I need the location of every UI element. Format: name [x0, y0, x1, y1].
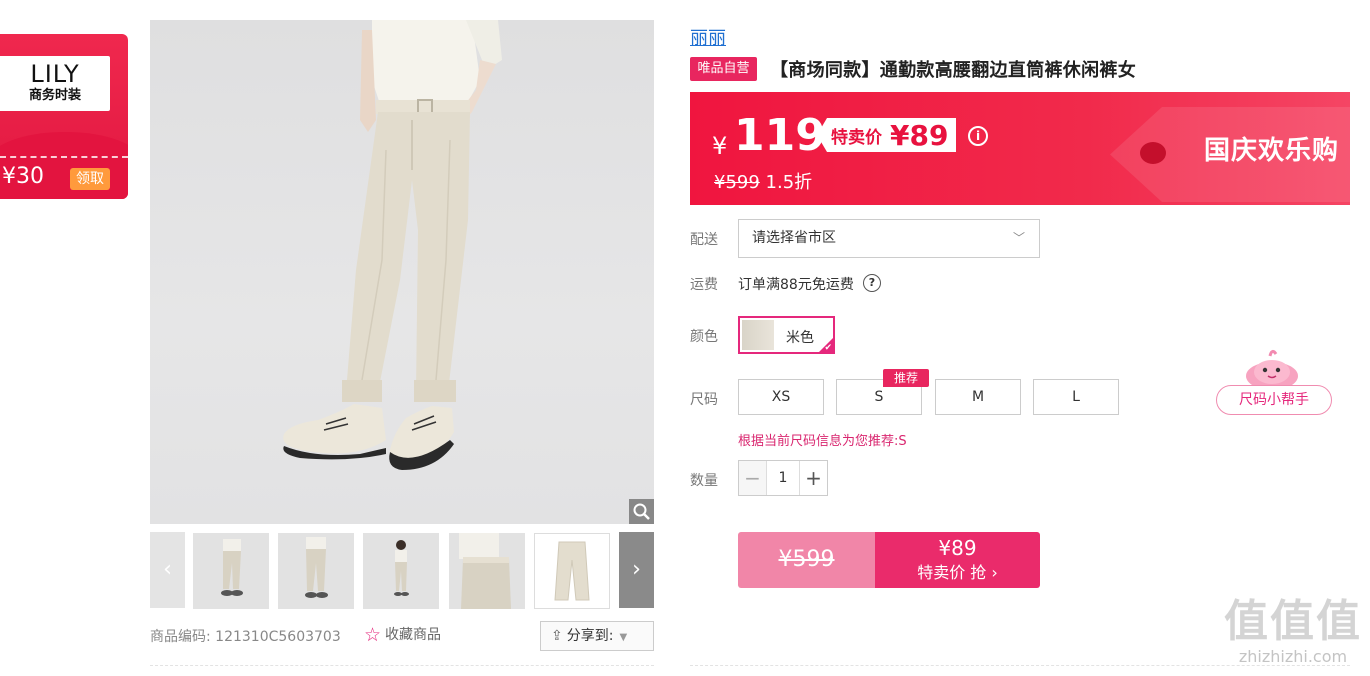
divider — [150, 665, 654, 666]
pants-photo — [283, 20, 502, 470]
size-recommendation-hint: 根据当前尺码信息为您推荐:S — [738, 434, 907, 449]
original-price: ¥599 — [714, 172, 760, 193]
freight-text: 订单满88元免运费 — [738, 277, 854, 293]
special-price-value: ¥89 — [890, 118, 949, 152]
coupon-amount: ¥30 — [2, 164, 44, 189]
special-price-tag: 特卖价 ¥89 — [817, 118, 957, 152]
self-operated-badge: 唯品自营 — [690, 57, 757, 81]
share-icon: ⇪ — [551, 628, 563, 644]
thumbnail-4[interactable] — [449, 533, 525, 609]
buy-now-button[interactable]: ¥89 特卖价 抢 › — [875, 532, 1040, 588]
thumbnail-image — [394, 540, 409, 596]
thumbnail-prev-button[interactable]: ‹ — [150, 532, 185, 608]
main-product-image[interactable] — [150, 20, 654, 524]
favorite-button[interactable]: ☆ 收藏商品 — [364, 624, 441, 646]
quantity-value[interactable]: 1 — [766, 461, 800, 495]
thumbnail-1[interactable] — [193, 533, 269, 609]
sku-line: 商品编码: 121310C5603703 — [150, 626, 341, 646]
favorite-label: 收藏商品 — [385, 627, 442, 643]
sku-label: 商品编码: — [150, 629, 211, 645]
brand-logo: LILY 商务时装 — [0, 56, 110, 111]
watermark: 值值值 zhizhizhi.com — [1218, 596, 1368, 671]
buy-price: ¥89 — [938, 536, 977, 560]
store-coupon[interactable]: LILY 商务时装 ¥30 领取 — [0, 34, 128, 199]
delivery-label: 配送 — [690, 232, 718, 248]
color-label: 颜色 — [690, 329, 718, 345]
quantity-label: 数量 — [690, 473, 718, 489]
zoom-button[interactable] — [629, 499, 654, 524]
sku-value: 121310C5603703 — [215, 629, 341, 645]
thumbnail-3[interactable] — [363, 533, 439, 609]
thumbnail-image — [459, 533, 511, 609]
thumbnail-5[interactable] — [534, 533, 610, 609]
color-option-beige[interactable]: 米色 ✔ — [738, 316, 835, 354]
share-label: 分享到: — [566, 628, 614, 644]
brand-link[interactable]: 丽丽 — [690, 24, 726, 50]
watermark-url: zhizhizhi.com — [1238, 647, 1348, 666]
info-icon[interactable]: i — [968, 126, 988, 146]
original-price-line: ¥599 1.5折 — [714, 168, 812, 194]
promo-title: 国庆欢乐购 — [1204, 136, 1340, 166]
thumbnail-next-button[interactable]: › — [619, 532, 654, 608]
claim-coupon-button[interactable]: 领取 — [70, 168, 110, 190]
current-price: 119 — [734, 110, 826, 161]
check-icon: ✔ — [824, 343, 832, 353]
share-button[interactable]: ⇪ 分享到: ▼ — [540, 621, 654, 651]
quantity-stepper[interactable]: − 1 + — [738, 460, 828, 496]
recommend-badge: 推荐 — [883, 369, 929, 387]
quantity-decrease-button[interactable]: − — [739, 461, 766, 495]
size-option-m[interactable]: M — [935, 379, 1021, 415]
color-option-label: 米色 — [786, 330, 814, 346]
mascot-icon — [1246, 349, 1298, 390]
currency-symbol: ¥ — [712, 132, 728, 160]
brand-logo-text: LILY — [30, 60, 80, 88]
price-banner: ¥ 119 特卖价 ¥89 i ¥599 1.5折 国庆欢乐购 — [690, 92, 1350, 205]
discount-rate: 1.5折 — [765, 172, 813, 193]
brand-logo-subtext: 商务时装 — [28, 88, 81, 103]
chevron-down-icon: ▼ — [619, 632, 628, 643]
buy-original-price: ¥599 — [738, 532, 875, 588]
thumbnail-image — [305, 537, 328, 598]
thumbnail-2[interactable] — [278, 533, 354, 609]
quantity-increase-button[interactable]: + — [800, 461, 827, 495]
thumbnail-image — [221, 539, 243, 596]
promo-tag-hole — [1140, 142, 1166, 164]
special-price-label: 特卖价 — [831, 127, 882, 148]
buy-original-price-value: ¥599 — [778, 547, 835, 572]
help-icon[interactable]: ? — [863, 274, 881, 292]
freight-label: 运费 — [690, 277, 718, 293]
region-select-text: 请选择省市区 — [752, 230, 836, 246]
watermark-main: 值值值 — [1224, 596, 1362, 647]
thumbnail-image — [554, 541, 590, 601]
magnifier-icon — [633, 503, 650, 520]
product-title: 【商场同款】通勤款高腰翻边直筒裤休闲裤女 — [770, 60, 1136, 81]
star-icon: ☆ — [364, 624, 382, 646]
buy-action-label: 特卖价 抢 › — [917, 563, 998, 582]
size-helper-button[interactable]: 尺码小帮手 — [1216, 385, 1332, 415]
size-option-l[interactable]: L — [1033, 379, 1119, 415]
size-option-xs[interactable]: XS — [738, 379, 824, 415]
chevron-down-icon: ﹀ — [1012, 231, 1025, 245]
region-select[interactable]: 请选择省市区 ﹀ — [738, 219, 1040, 258]
color-swatch-image — [742, 320, 774, 350]
size-label: 尺码 — [690, 392, 718, 408]
coupon-divider — [0, 156, 128, 158]
